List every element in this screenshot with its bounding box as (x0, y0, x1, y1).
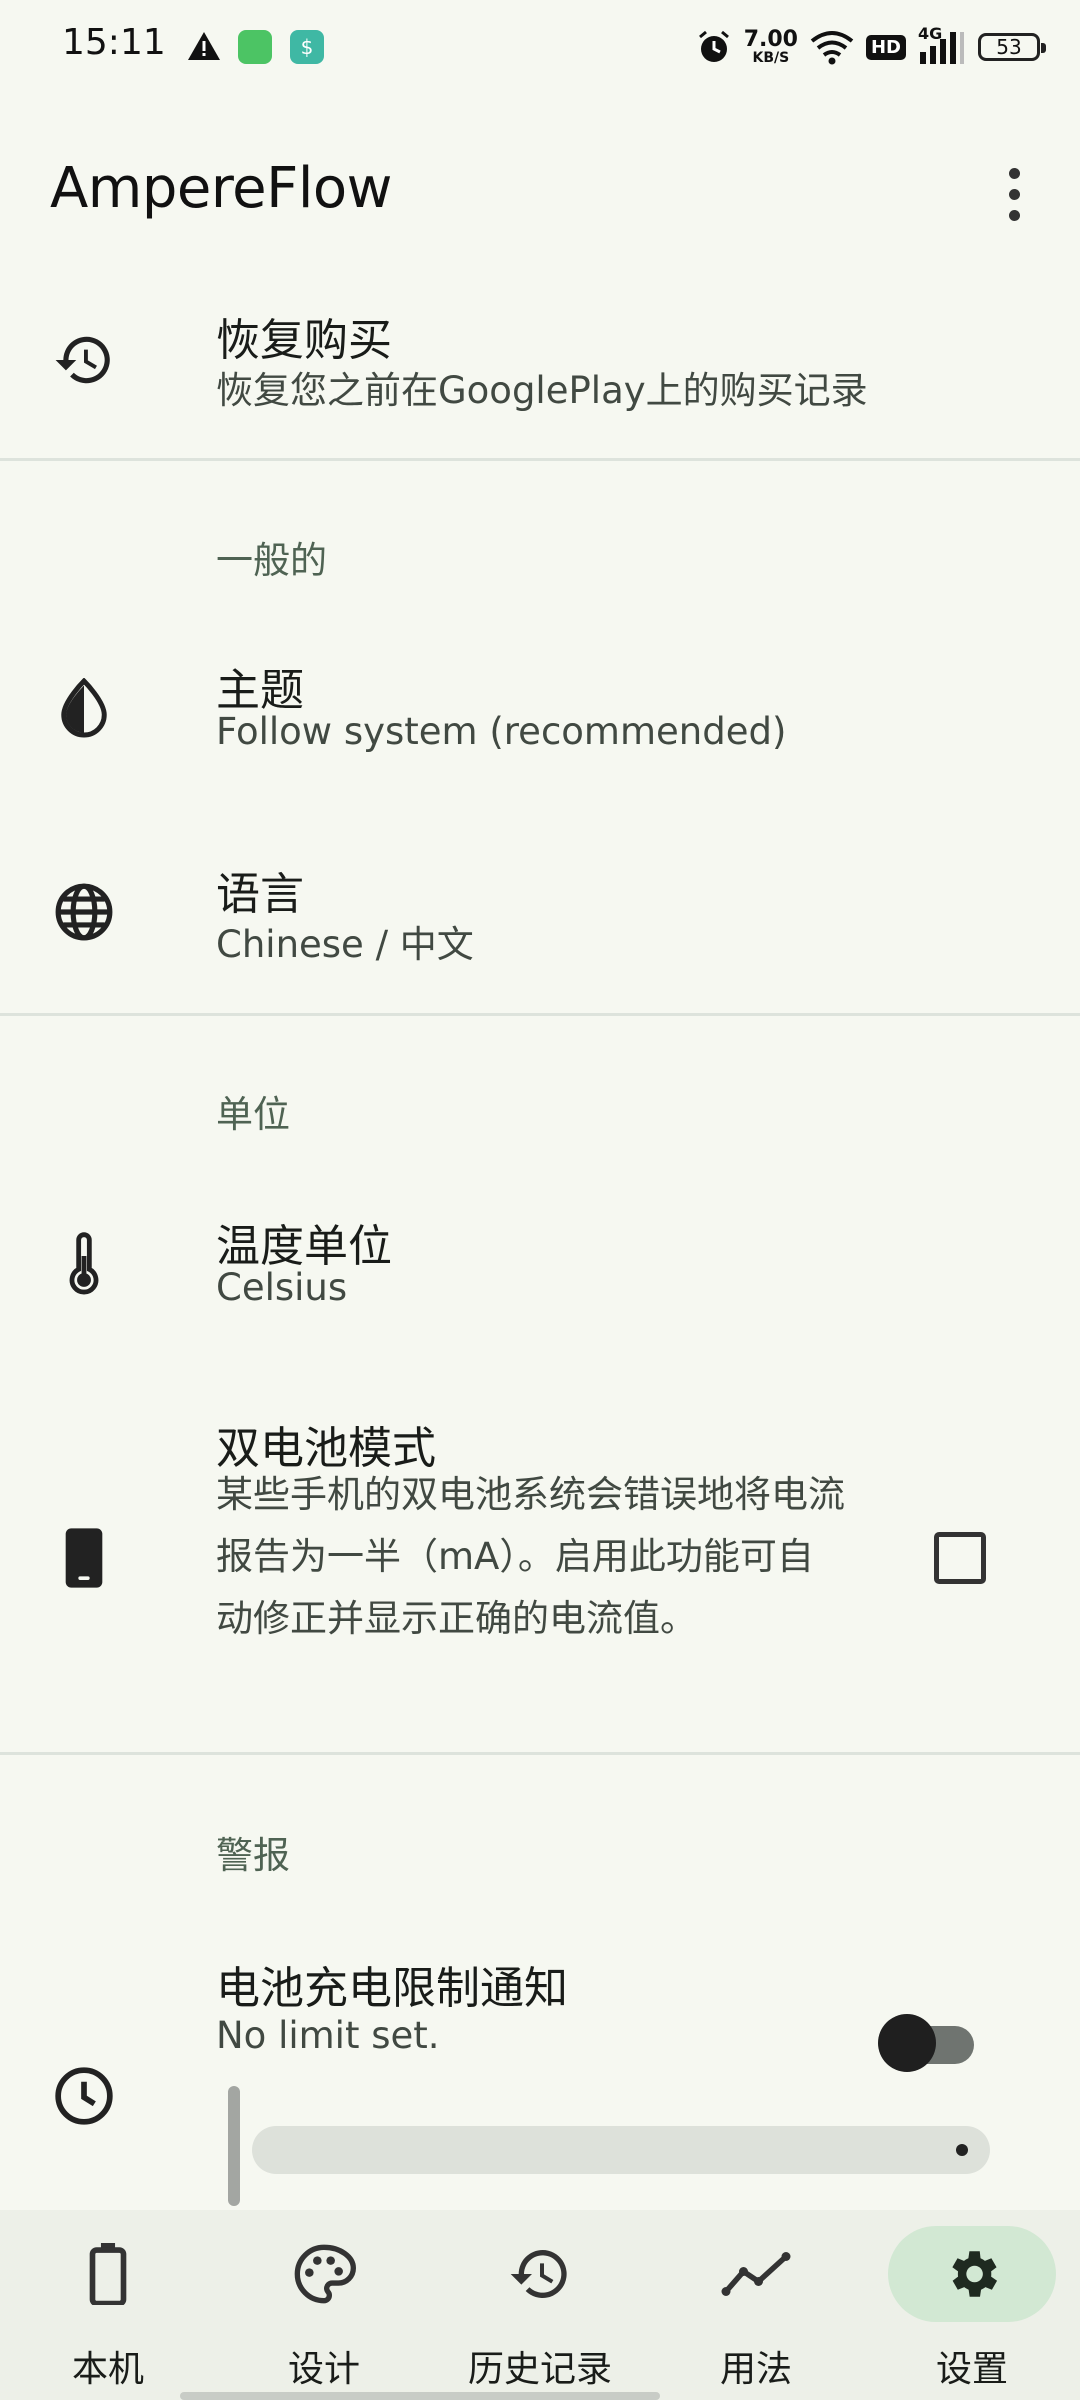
restore-summary: 恢复您之前在GooglePlay上的购买记录 (216, 369, 868, 412)
status-bar: 15:11 $ 7.00 KB/S HD 4G 53 (0, 0, 1080, 96)
charge-limit-slider[interactable] (252, 2126, 990, 2174)
switch-thumb (878, 2014, 936, 2072)
wifi-icon (810, 31, 854, 65)
battery-icon (24, 2226, 192, 2322)
dual-battery-summary: 某些手机的双电池系统会错误地将电流报告为一半（mA）。启用此功能可自动修正并显示… (216, 1473, 845, 1640)
restore-purchases-item[interactable]: 恢复购买 恢复您之前在GooglePlay上的购买记录 (0, 290, 1080, 460)
gesture-indicator (180, 2392, 660, 2400)
theme-drop-icon (50, 674, 118, 742)
language-item[interactable]: 语言 Chinese / 中文 (0, 844, 1080, 1024)
charge-limit-switch[interactable] (878, 2012, 978, 2074)
battery-level: 53 (996, 35, 1022, 59)
charge-limit-title: 电池充电限制通知 (216, 1963, 568, 2014)
divider (0, 1752, 1080, 1755)
nav-item-usage[interactable]: 用法 (648, 2210, 864, 2400)
signal-icon: 4G (918, 24, 966, 66)
nav-label-design: 设计 (287, 2349, 360, 2390)
nav-item-history[interactable]: 历史记录 (432, 2210, 648, 2400)
nav-label-history: 历史记录 (467, 2349, 612, 2390)
divider (0, 1013, 1080, 1016)
app-title: AmpereFlow (50, 156, 392, 221)
palette-icon (240, 2226, 408, 2322)
dual-battery-item[interactable]: 双电池模式 某些手机的双电池系统会错误地将电流报告为一半（mA）。启用此功能可自… (0, 1400, 1080, 1720)
temperature-unit-title: 温度单位 (216, 1221, 392, 1272)
nav-item-device[interactable]: 本机 (0, 2210, 216, 2400)
usage-chart-icon (672, 2226, 840, 2322)
divider (0, 458, 1080, 461)
theme-summary: Follow system (recommended) (216, 710, 787, 753)
nav-item-settings[interactable]: 设置 (864, 2210, 1080, 2400)
nav-label-device: 本机 (71, 2349, 144, 2390)
theme-title: 主题 (216, 665, 304, 716)
thermometer-icon (50, 1230, 118, 1298)
section-header-units: 单位 (216, 1093, 290, 1136)
hd-badge: HD (865, 34, 906, 60)
language-title: 语言 (216, 869, 304, 920)
app-bar: AmpereFlow (0, 128, 1080, 260)
section-header-alerts: 警报 (216, 1834, 290, 1877)
settings-screen: 15:11 $ 7.00 KB/S HD 4G 53 AmpereFlow 恢复… (0, 0, 1080, 2400)
status-right-group: 7.00 KB/S HD 4G 53 (696, 24, 1046, 70)
net-speed-unit: KB/S (752, 50, 790, 66)
dual-battery-checkbox[interactable] (934, 1532, 986, 1584)
temperature-unit-item[interactable]: 温度单位 Celsius (0, 1196, 1080, 1376)
warning-icon (188, 32, 220, 60)
settings-gear-icon (888, 2226, 1056, 2322)
section-header-general: 一般的 (216, 539, 327, 582)
theme-item[interactable]: 主题 Follow system (recommended) (0, 640, 1080, 820)
more-vertical-icon[interactable] (990, 158, 1038, 230)
nav-label-settings: 设置 (935, 2349, 1008, 2390)
restore-title: 恢复购买 (216, 315, 392, 366)
messages-app-icon (238, 30, 272, 64)
charge-limit-summary: No limit set. (216, 2014, 440, 2057)
nav-item-design[interactable]: 设计 (216, 2210, 432, 2400)
clock-icon (50, 2062, 118, 2130)
nav-label-usage: 用法 (719, 2349, 792, 2390)
status-time: 15:11 (62, 22, 166, 63)
restore-history-icon (50, 326, 118, 394)
alarm-icon (698, 30, 729, 62)
history-icon (456, 2226, 624, 2322)
security-app-icon: $ (290, 30, 324, 64)
slider-accent-bar (228, 2086, 240, 2206)
net-speed: 7.00 KB/S (743, 27, 798, 66)
phone-icon (50, 1524, 118, 1592)
slider-end-dot (956, 2144, 968, 2156)
battery-indicator: 53 (978, 33, 1046, 61)
language-summary: Chinese / 中文 (216, 923, 474, 966)
globe-icon (50, 878, 118, 946)
net-speed-value: 7.00 (743, 27, 798, 52)
bottom-navigation: 本机 设计 历史记录 用法 设置 (0, 2210, 1080, 2400)
temperature-unit-summary: Celsius (216, 1266, 348, 1309)
